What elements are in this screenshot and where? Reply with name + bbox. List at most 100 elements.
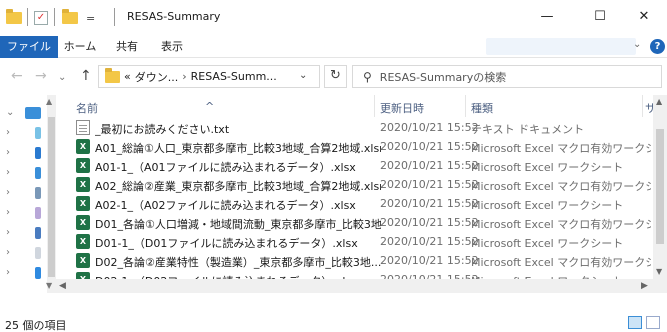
file-name: D01-1_（D01ファイルに読み込まれるデータ）.xlsx <box>95 237 358 250</box>
file-name: D02_各論②産業特性（製造業）_東京都多摩市_比較3地... <box>95 256 381 269</box>
network-icon <box>35 267 41 279</box>
file-row[interactable]: X D02_各論②産業特性（製造業）_東京都多摩市_比較3地... 2020/10/… <box>56 251 667 270</box>
pc-icon <box>25 107 41 119</box>
tab-home[interactable]: ホーム <box>63 36 97 58</box>
file-type: テキスト ドキュメント <box>471 123 585 136</box>
chevron-right-icon[interactable]: › <box>6 167 10 178</box>
chevron-right-icon[interactable]: › <box>6 247 10 258</box>
drive-icon <box>35 247 41 259</box>
scroll-down-icon[interactable]: ▼ <box>46 281 52 290</box>
recent-locations-chevron-icon[interactable]: ⌄ <box>58 70 66 86</box>
file-name: _最初にお読みください.txt <box>95 123 230 136</box>
details-view-icon[interactable] <box>628 316 642 329</box>
file-date-modified: 2020/10/21 15:52 <box>380 197 479 210</box>
file-date-modified: 2020/10/21 15:52 <box>380 235 479 248</box>
file-date-modified: 2020/10/21 15:52 <box>380 159 479 172</box>
file-type: Microsoft Excel マクロ有効ワークシート <box>471 180 651 193</box>
large-icons-view-icon[interactable] <box>646 316 660 329</box>
file-type: Microsoft Excel マクロ有効ワークシート <box>471 142 651 155</box>
tab-view[interactable]: 表示 <box>157 36 187 58</box>
address-dropdown-icon[interactable]: ⌄ <box>299 70 307 81</box>
excel-file-icon: X <box>76 253 90 268</box>
breadcrumb-downloads[interactable]: ダウン... <box>135 69 179 85</box>
file-list: 名前 ^ 更新日時 種類 サ _最初にお読みください.txt 2020/10/21… <box>56 95 667 293</box>
title-separator <box>54 8 55 26</box>
chevron-right-icon[interactable]: › <box>6 267 10 278</box>
title-bar: ✓ = RESAS-Summary — ☐ ✕ <box>0 0 667 36</box>
file-type: Microsoft Excel ワークシート <box>471 161 624 174</box>
file-date-modified: 2020/10/21 15:52 <box>380 140 479 153</box>
chevron-right-icon[interactable]: › <box>6 187 10 198</box>
title-separator <box>114 8 115 26</box>
chevron-right-icon[interactable]: › <box>6 227 10 238</box>
file-row[interactable]: X A02-1_（A02ファイルに読み込まれるデータ）.xlsx 2020/10/2… <box>56 194 667 213</box>
minimize-button[interactable]: — <box>524 0 570 32</box>
status-bar: 25 個の項目 <box>0 312 667 332</box>
column-header-date[interactable]: 更新日時 <box>380 100 424 116</box>
file-date-modified: 2020/10/21 15:52 <box>380 254 479 267</box>
file-name: A01_総論①人口_東京都多摩市_比較3地域_合算2地域.xlsm <box>95 142 381 155</box>
chevron-right-icon[interactable]: › <box>6 127 10 138</box>
file-name: A02_総論②産業_東京都多摩市_比較3地域_合算2地域.xlsm <box>95 180 381 193</box>
search-placeholder: RESAS-Summaryの検索 <box>379 70 507 84</box>
file-type: Microsoft Excel ワークシート <box>471 199 624 212</box>
file-row[interactable]: X A02_総論②産業_東京都多摩市_比較3地域_合算2地域.xlsm 2020/1… <box>56 175 667 194</box>
address-bar[interactable]: « ダウン... › RESAS-Summ... ⌄ <box>98 65 320 88</box>
tab-share[interactable]: 共有 <box>112 36 142 58</box>
properties-quick-access-icon[interactable]: ✓ <box>34 9 48 27</box>
file-row[interactable]: X A01-1_（A01ファイルに読み込まれるデータ）.xlsx 2020/10/2… <box>56 156 667 175</box>
tab-file[interactable]: ファイル <box>0 36 58 58</box>
column-header-type[interactable]: 種類 <box>471 100 493 116</box>
file-date-modified: 2020/10/21 15:52 <box>380 178 479 191</box>
file-list-horizontal-scrollbar[interactable] <box>56 279 653 293</box>
file-type: Microsoft Excel マクロ有効ワークシート <box>471 218 651 231</box>
chevron-right-icon[interactable]: › <box>6 147 10 158</box>
column-separator[interactable] <box>642 95 643 117</box>
address-overflow[interactable]: « <box>124 70 131 83</box>
chevron-right-icon[interactable]: › <box>6 207 10 218</box>
ribbon-collapse-icon[interactable]: ⌄ <box>633 39 641 50</box>
column-separator[interactable] <box>374 95 375 117</box>
help-icon[interactable]: ? <box>650 39 665 54</box>
new-folder-quick-access-icon[interactable] <box>62 9 78 27</box>
folder-icon <box>105 67 120 83</box>
column-header-name[interactable]: 名前 <box>76 100 98 116</box>
navigation-pane: ⌄ › › › › › › › › ▲ ▼ <box>0 95 56 293</box>
chevron-down-icon[interactable]: ⌄ <box>6 107 14 118</box>
scroll-up-icon[interactable]: ▲ <box>46 97 52 106</box>
scroll-right-icon[interactable]: ▶ <box>641 281 648 291</box>
file-row[interactable]: X D01_各論①人口増減・地域間流動_東京都多摩市_比較3地... 2020/10… <box>56 213 667 232</box>
up-arrow-icon[interactable]: ↑ <box>80 68 92 84</box>
scroll-down-icon[interactable]: ▼ <box>656 267 662 276</box>
nav-pane-scroll-thumb[interactable] <box>48 117 55 277</box>
file-list-scroll-thumb[interactable] <box>656 129 664 244</box>
close-button[interactable]: ✕ <box>621 0 667 32</box>
maximize-button[interactable]: ☐ <box>577 0 623 32</box>
quick-access-dropdown[interactable]: = <box>86 9 95 27</box>
downloads-icon <box>35 147 41 159</box>
ribbon-tab-bar: ファイル ホーム 共有 表示 ⌄ ? <box>0 36 667 58</box>
file-row[interactable]: _最初にお読みください.txt 2020/10/21 15:52 テキスト ドキュメ… <box>56 118 667 137</box>
file-name: A01-1_（A01ファイルに読み込まれるデータ）.xlsx <box>95 161 356 174</box>
navigation-bar: ← → ⌄ ↑ « ダウン... › RESAS-Summ... ⌄ ↻ ⚲ R… <box>0 58 667 95</box>
scroll-left-icon[interactable]: ◀ <box>59 281 66 291</box>
search-input[interactable]: ⚲ RESAS-Summaryの検索 <box>352 65 662 88</box>
column-separator[interactable] <box>465 95 466 117</box>
file-row[interactable]: X A01_総論①人口_東京都多摩市_比較3地域_合算2地域.xlsm 2020/1… <box>56 137 667 156</box>
excel-file-icon: X <box>76 196 90 211</box>
folder-icon <box>6 9 22 27</box>
drive-icon <box>35 127 41 139</box>
breadcrumb-resas-summary[interactable]: RESAS-Summ... <box>191 70 277 83</box>
scroll-up-icon[interactable]: ▲ <box>656 97 662 106</box>
excel-file-icon: X <box>76 215 90 230</box>
file-row[interactable]: X D01-1_（D01ファイルに読み込まれるデータ）.xlsx 2020/10/2… <box>56 232 667 251</box>
ribbon-blurred-area <box>486 38 636 55</box>
excel-file-icon: X <box>76 158 90 173</box>
back-arrow-icon[interactable]: ← <box>11 68 23 84</box>
file-date-modified: 2020/10/21 15:52 <box>380 121 479 134</box>
breadcrumb-separator: › <box>182 70 187 83</box>
forward-arrow-icon[interactable]: → <box>35 68 47 84</box>
refresh-button[interactable]: ↻ <box>324 65 347 88</box>
text-file-icon <box>76 120 90 135</box>
file-name: D01_各論①人口増減・地域間流動_東京都多摩市_比較3地... <box>95 218 381 231</box>
